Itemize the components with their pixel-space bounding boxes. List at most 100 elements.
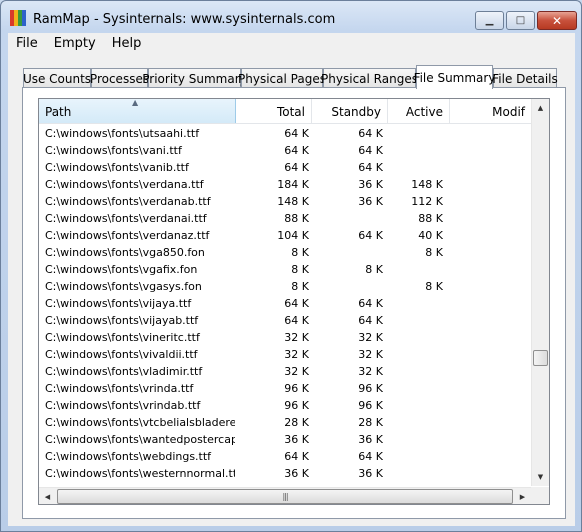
cell-standby: 96 K bbox=[358, 382, 383, 395]
menu-item-empty[interactable]: Empty bbox=[46, 36, 104, 51]
cell-active bbox=[387, 431, 443, 448]
cell-standby bbox=[313, 244, 383, 261]
horizontal-scrollbar[interactable]: ◀ ||| ▶ bbox=[39, 487, 531, 504]
cell-active bbox=[387, 261, 443, 278]
table-row[interactable]: C:\windows\fonts\vivaldii.ttf 32 K 32 K bbox=[39, 346, 531, 363]
app-icon-stripe bbox=[22, 10, 26, 26]
cell-active bbox=[387, 448, 443, 465]
cell-standby: 28 K bbox=[358, 416, 383, 429]
tab-processes[interactable]: Processes bbox=[90, 68, 149, 88]
cell-standby: 64 K bbox=[358, 144, 383, 157]
vertical-scroll-thumb[interactable] bbox=[533, 350, 548, 366]
cell-path: C:\windows\fonts\westernnormal.ttf bbox=[45, 467, 235, 480]
table-row[interactable]: C:\windows\fonts\vga850.fon 8 K 8 K bbox=[39, 244, 531, 261]
close-button[interactable]: ✕ bbox=[537, 11, 577, 30]
table-row[interactable]: C:\windows\fonts\verdanai.ttf 88 K 88 K bbox=[39, 210, 531, 227]
tab-physical-pages[interactable]: Physical Pages bbox=[238, 68, 326, 88]
table-row[interactable]: C:\windows\fonts\webdings.ttf 64 K 64 K bbox=[39, 448, 531, 465]
cell-total: 64 K bbox=[284, 297, 309, 310]
cell-total: 32 K bbox=[284, 348, 309, 361]
column-header-path[interactable]: ▲ Path bbox=[39, 99, 236, 123]
cell-total: 8 K bbox=[291, 246, 309, 259]
minimize-button[interactable]: ▁ bbox=[475, 11, 504, 30]
scroll-right-arrow-icon[interactable]: ▶ bbox=[514, 488, 531, 504]
menu-item-help[interactable]: Help bbox=[104, 36, 150, 51]
cell-path: C:\windows\fonts\vtcbelialsbladereg... bbox=[45, 416, 235, 429]
cell-active bbox=[387, 380, 443, 397]
cell-standby: 32 K bbox=[358, 365, 383, 378]
table-row[interactable]: C:\windows\fonts\vineritc.ttf 32 K 32 K bbox=[39, 329, 531, 346]
tab-use-counts[interactable]: Use Counts bbox=[23, 68, 91, 88]
table-row[interactable]: C:\windows\fonts\vrindab.ttf 96 K 96 K bbox=[39, 397, 531, 414]
table-row[interactable]: C:\windows\fonts\verdanaz.ttf 104 K 64 K 40… bbox=[39, 227, 531, 244]
cell-path: C:\windows\fonts\vijayab.ttf bbox=[45, 314, 199, 327]
cell-active bbox=[387, 125, 443, 142]
window-title: RamMap - Sysinternals: www.sysinternals.… bbox=[33, 12, 336, 27]
cell-total: 148 K bbox=[277, 195, 309, 208]
table-row[interactable]: C:\windows\fonts\vladimir.ttf 32 K 32 K bbox=[39, 363, 531, 380]
table-row[interactable]: C:\windows\fonts\vanib.ttf 64 K 64 K bbox=[39, 159, 531, 176]
cell-total: 104 K bbox=[277, 229, 309, 242]
cell-standby: 8 K bbox=[365, 263, 383, 276]
close-icon: ✕ bbox=[551, 13, 563, 28]
title-bar[interactable]: RamMap - Sysinternals: www.sysinternals.… bbox=[1, 1, 581, 33]
cell-active: 40 K bbox=[418, 229, 443, 242]
cell-total: 28 K bbox=[284, 416, 309, 429]
scroll-down-arrow-icon[interactable]: ▼ bbox=[532, 468, 549, 485]
cell-path: C:\windows\fonts\vanib.ttf bbox=[45, 161, 189, 174]
cell-total: 64 K bbox=[284, 314, 309, 327]
menu-item-file[interactable]: File bbox=[8, 36, 46, 51]
tab-priority-summary[interactable]: Priority Summary bbox=[142, 68, 247, 88]
cell-total: 8 K bbox=[291, 280, 309, 293]
horizontal-scroll-thumb[interactable]: ||| bbox=[57, 489, 513, 504]
table-row[interactable]: C:\windows\fonts\verdanab.ttf 148 K 36 K 11… bbox=[39, 193, 531, 210]
vertical-scrollbar[interactable]: ▲ ▼ bbox=[531, 99, 549, 486]
column-header-modified[interactable]: Modif bbox=[450, 99, 531, 123]
table-row[interactable]: C:\windows\fonts\utsaahi.ttf 64 K 64 K bbox=[39, 125, 531, 142]
cell-standby: 36 K bbox=[358, 195, 383, 208]
table-row[interactable]: C:\windows\fonts\verdana.ttf 184 K 36 K 148… bbox=[39, 176, 531, 193]
cell-standby: 32 K bbox=[358, 331, 383, 344]
table-row[interactable]: C:\windows\fonts\vani.ttf 64 K 64 K bbox=[39, 142, 531, 159]
column-header-active[interactable]: Active bbox=[388, 99, 450, 123]
cell-active bbox=[387, 414, 443, 431]
cell-standby: 64 K bbox=[358, 229, 383, 242]
scroll-left-arrow-icon[interactable]: ◀ bbox=[39, 488, 56, 504]
tab-file-summary[interactable]: File Summary bbox=[414, 65, 495, 89]
table-row[interactable]: C:\windows\fonts\vrinda.ttf 96 K 96 K bbox=[39, 380, 531, 397]
scroll-up-arrow-icon[interactable]: ▲ bbox=[532, 99, 549, 116]
table-row[interactable]: C:\windows\fonts\vijaya.ttf 64 K 64 K bbox=[39, 295, 531, 312]
table-row[interactable]: C:\windows\fonts\vgasys.fon 8 K 8 K bbox=[39, 278, 531, 295]
cell-total: 64 K bbox=[284, 161, 309, 174]
cell-total: 96 K bbox=[284, 382, 309, 395]
cell-active bbox=[387, 363, 443, 380]
cell-active: 112 K bbox=[411, 195, 443, 208]
cell-total: 36 K bbox=[284, 467, 309, 480]
tab-physical-ranges[interactable]: Physical Ranges bbox=[321, 68, 418, 88]
sort-ascending-icon: ▲ bbox=[132, 99, 139, 107]
column-header-total[interactable]: Total bbox=[236, 99, 312, 123]
cell-total: 96 K bbox=[284, 399, 309, 412]
cell-standby: 64 K bbox=[358, 127, 383, 140]
list-header: ▲ Path Total Standby Active Modif bbox=[39, 99, 531, 124]
cell-standby bbox=[313, 210, 383, 227]
table-row[interactable]: C:\windows\fonts\wantedpostercap... 36 K 3… bbox=[39, 431, 531, 448]
table-row[interactable]: C:\windows\fonts\vtcbelialsbladereg... 28… bbox=[39, 414, 531, 431]
cell-path: C:\windows\fonts\verdanai.ttf bbox=[45, 212, 207, 225]
table-row[interactable]: C:\windows\fonts\vijayab.ttf 64 K 64 K bbox=[39, 312, 531, 329]
maximize-icon: □ bbox=[515, 15, 526, 26]
client-area: Use Counts Processes Priority Summary Physi… bbox=[8, 54, 575, 526]
file-summary-panel: ▲ Path Total Standby Active Modif C:\win… bbox=[22, 87, 566, 519]
cell-standby: 64 K bbox=[358, 297, 383, 310]
tab-file-details[interactable]: File Details bbox=[492, 68, 558, 88]
cell-path: C:\windows\fonts\utsaahi.ttf bbox=[45, 127, 200, 140]
grip-icon: ||| bbox=[282, 492, 288, 501]
cell-active bbox=[387, 465, 443, 482]
maximize-button[interactable]: □ bbox=[506, 11, 535, 30]
table-row[interactable]: C:\windows\fonts\vgafix.fon 8 K 8 K bbox=[39, 261, 531, 278]
cell-total: 32 K bbox=[284, 365, 309, 378]
cell-standby: 64 K bbox=[358, 450, 383, 463]
rammap-window: RamMap - Sysinternals: www.sysinternals.… bbox=[0, 0, 582, 532]
table-row[interactable]: C:\windows\fonts\westernnormal.ttf 36 K 36… bbox=[39, 465, 531, 482]
column-header-standby[interactable]: Standby bbox=[312, 99, 388, 123]
